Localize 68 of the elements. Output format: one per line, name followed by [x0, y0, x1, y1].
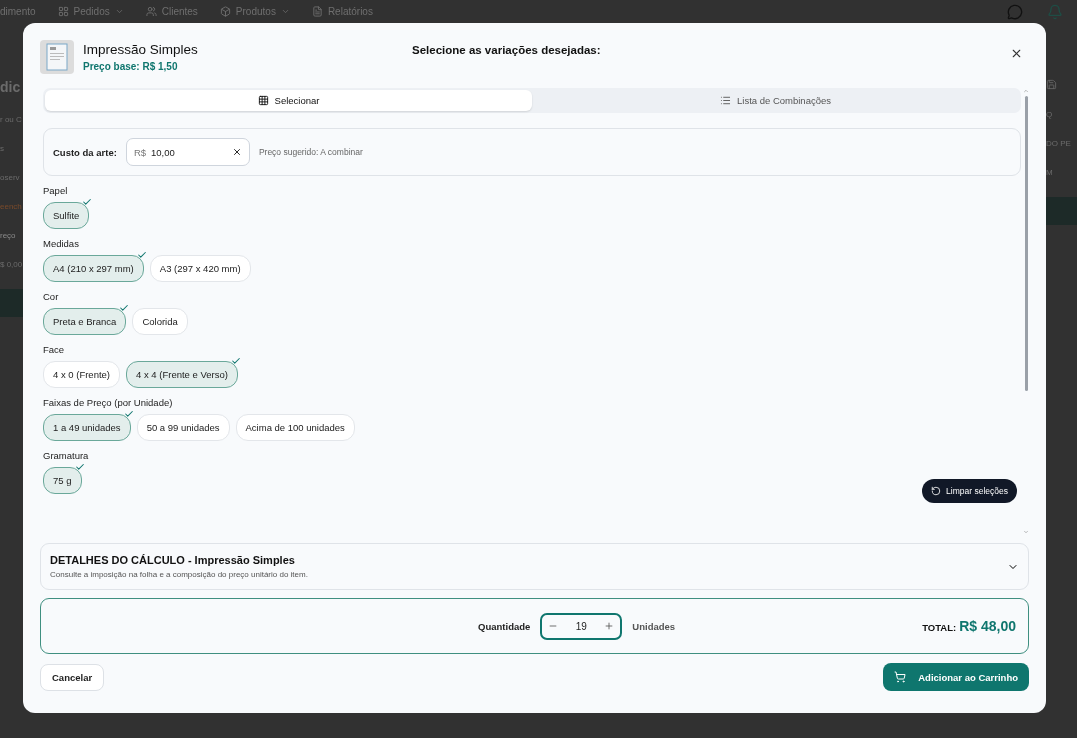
option-chip[interactable]: Acima de 100 unidades	[235, 414, 355, 441]
details-title: DETALHES DO CÁLCULO - Impressão Simples	[50, 554, 296, 566]
check-icon	[82, 197, 93, 207]
option-group-label: Gramatura	[43, 450, 90, 461]
tab[interactable]: Selecionar	[45, 90, 532, 111]
scrollbar[interactable]	[1023, 88, 1029, 535]
cart-icon	[894, 671, 907, 683]
option-group-label: Medidas	[43, 238, 80, 249]
total-label: TOTAL:	[922, 622, 957, 633]
grid-icon	[257, 95, 269, 106]
base-price: Preço base: R$ 1,50	[83, 61, 179, 72]
grid-icon	[57, 6, 69, 17]
background-bar	[1046, 197, 1077, 225]
details-accordion[interactable]: DETALHES DO CÁLCULO - Impressão Simples Consulte a imposição na folha e a composição do preço unitário do item.	[40, 543, 1029, 590]
currency-prefix: R$	[133, 146, 147, 158]
dialog-title: Impressão Simples	[83, 41, 199, 57]
art-cost-field[interactable]: R$ 10,00	[125, 138, 250, 166]
option-chip[interactable]: 1 a 49 unidades	[43, 414, 131, 441]
check-icon	[119, 303, 130, 313]
option-chip[interactable]: Preta e Branca	[43, 308, 127, 335]
background-text: reço	[0, 231, 17, 240]
suggested-price: Preço sugerido: A combinar	[258, 147, 363, 157]
bell-icon[interactable]	[1047, 3, 1063, 20]
clear-icon[interactable]	[231, 147, 242, 157]
option-chip[interactable]: A4 (210 x 297 mm)	[43, 255, 144, 282]
option-chip[interactable]: 4 x 4 (Frente e Verso)	[126, 361, 238, 388]
cancel-button[interactable]: Cancelar	[40, 663, 105, 691]
art-cost-value: 10,00	[151, 146, 176, 158]
option-chip[interactable]: Colorida	[132, 308, 188, 335]
increment-button[interactable]	[604, 621, 615, 631]
option-group-label: Papel	[43, 185, 69, 196]
option-chip[interactable]: Sulfite	[43, 202, 90, 229]
plus-icon	[604, 621, 615, 631]
check-icon	[74, 462, 85, 472]
background-bar	[0, 289, 23, 317]
product-thumbnail	[40, 40, 74, 74]
option-chip[interactable]: 4 x 0 (Frente)	[43, 361, 121, 388]
background-text: eench	[0, 202, 23, 211]
quantity-unit: Unidades	[632, 620, 676, 632]
check-icon	[123, 409, 134, 419]
save-icon	[1046, 79, 1057, 90]
chat-icon[interactable]	[1007, 3, 1023, 20]
quantity-value: 19	[575, 620, 587, 632]
document-icon	[311, 6, 323, 17]
option-group-label: Faixas de Preço (por Unidade)	[43, 397, 174, 408]
art-cost-label: Custo da arte:	[53, 146, 117, 158]
tab[interactable]: Lista de Combinações	[532, 90, 1019, 111]
option-chip[interactable]: 50 a 99 unidades	[136, 414, 230, 441]
list-icon	[720, 95, 731, 106]
quantity-stepper[interactable]: 19	[540, 612, 623, 640]
option-chip[interactable]: A3 (297 x 420 mm)	[149, 255, 251, 282]
box-icon	[219, 6, 231, 17]
option-chip[interactable]: 75 g	[43, 467, 82, 494]
total-value: R$ 48,00	[959, 618, 1016, 634]
scroll-down-icon[interactable]	[1023, 529, 1029, 535]
check-icon	[230, 356, 241, 366]
add-to-cart-button[interactable]: Adicionar ao Carrinho	[883, 663, 1029, 691]
background-text: dic	[0, 79, 22, 95]
scroll-up-icon[interactable]	[1023, 88, 1029, 94]
users-icon	[145, 6, 157, 17]
option-group-label: Cor	[43, 291, 60, 302]
details-description: Consulte a imposição na folha e a composição do preço unitário do item.	[50, 570, 309, 579]
reset-icon	[931, 486, 942, 496]
clear-selections-button[interactable]: Limpar seleções	[922, 479, 1017, 503]
option-group-label: Face	[43, 344, 66, 355]
check-icon	[136, 250, 147, 260]
quantity-label: Quantidade	[478, 620, 531, 632]
dialog-prompt: Selecione as variações desejadas:	[411, 43, 602, 56]
